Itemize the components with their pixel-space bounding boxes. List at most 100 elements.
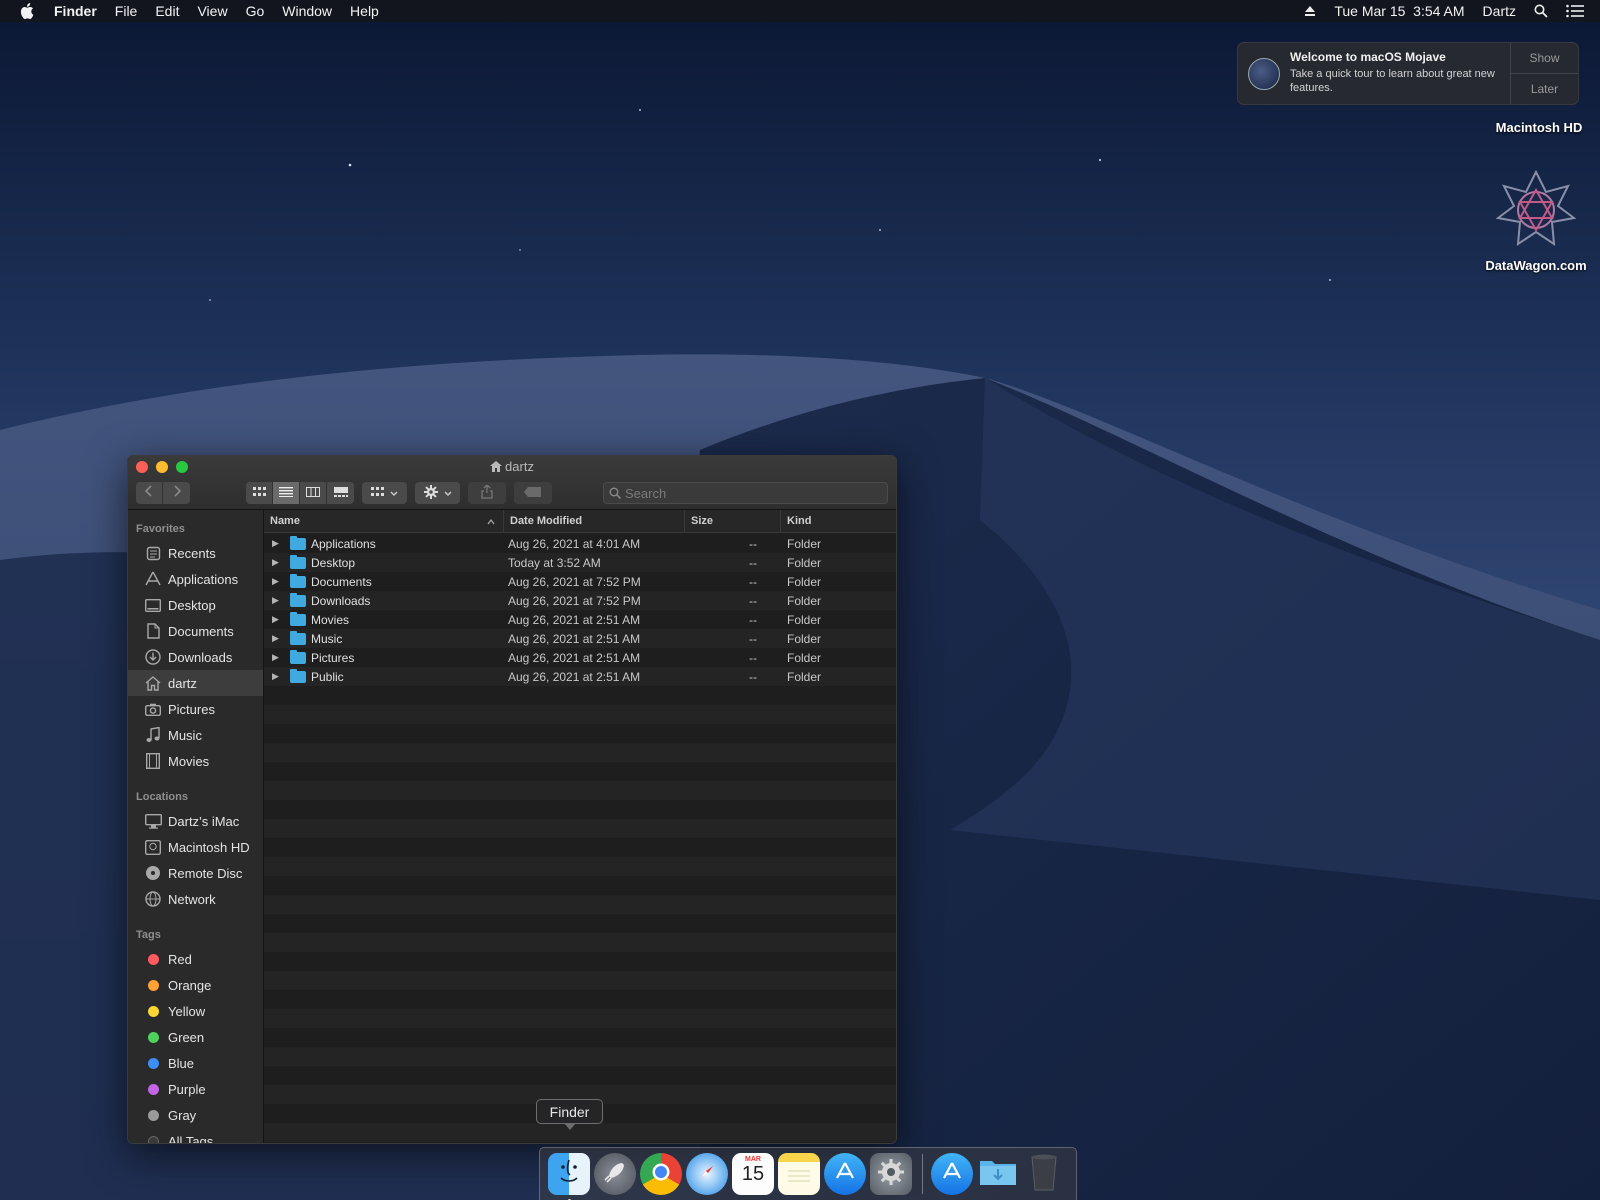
sidebar-item-label: Pictures [168,701,215,717]
menu-go[interactable]: Go [237,0,274,22]
list-view-button[interactable] [273,482,300,504]
settings-gear-icon [876,1157,906,1192]
notification-center-icon[interactable] [1566,4,1584,18]
desktop-datawagon[interactable]: DataWagon.com [1474,168,1598,273]
sidebar-item-recents[interactable]: Recents [128,540,263,566]
disclosure-triangle-icon[interactable]: ▶ [272,557,282,568]
column-header-name[interactable]: Name [264,510,504,532]
dock-calendar[interactable]: MAR 15 [732,1153,774,1195]
search-field[interactable] [603,482,888,504]
sidebar-item-downloads[interactable]: Downloads [128,644,263,670]
apple-menu-icon[interactable] [0,3,54,19]
search-icon [609,487,621,499]
column-headers: Name Date Modified Size Kind [264,510,896,533]
sidebar-all-tags[interactable]: All Tags... [128,1128,263,1143]
spotlight-search-icon[interactable] [1534,4,1548,18]
disclosure-triangle-icon[interactable]: ▶ [272,614,282,625]
finder-window: dartz Search Favorites Recents Applicati… [127,455,897,1144]
sidebar-item-imac[interactable]: Dartz’s iMac [128,808,263,834]
sidebar-item-network[interactable]: Network [128,886,263,912]
finder-titlebar[interactable]: dartz [128,456,896,510]
sidebar-tag-gray[interactable]: Gray [128,1102,263,1128]
menubar-user[interactable]: Dartz [1483,3,1516,19]
sidebar-item-remote-disc[interactable]: Remote Disc [128,860,263,886]
file-name: Public [311,669,344,684]
dock-applications-folder[interactable] [931,1153,973,1195]
sidebar-item-applications[interactable]: Applications [128,566,263,592]
dock-launchpad[interactable] [594,1153,636,1195]
gallery-view-button[interactable] [327,482,354,504]
sidebar-item-music[interactable]: Music [128,722,263,748]
sidebar-item-dartz[interactable]: dartz [128,670,263,696]
finder-face-icon [554,1157,584,1192]
dock-safari[interactable] [686,1153,728,1195]
disclosure-triangle-icon[interactable]: ▶ [272,538,282,549]
sidebar-item-documents[interactable]: Documents [128,618,263,644]
notification-show-button[interactable]: Show [1511,43,1578,74]
sidebar-item-macintosh-hd[interactable]: Macintosh HD [128,834,263,860]
menu-window[interactable]: Window [273,0,341,22]
menubar-clock[interactable]: Tue Mar 15 3:54 AM [1334,3,1464,19]
sidebar-tag-red[interactable]: Red [128,946,263,972]
table-row[interactable]: ▶ Documents Aug 26, 2021 at 7:52 PM -- Fo… [264,572,896,591]
dock-chrome[interactable] [640,1153,682,1195]
column-view-button[interactable] [300,482,327,504]
notification-later-button[interactable]: Later [1511,74,1578,104]
sidebar-item-pictures[interactable]: Pictures [128,696,263,722]
home-folder-icon [490,460,503,475]
table-row[interactable]: ▶ Movies Aug 26, 2021 at 2:51 AM -- Folde… [264,610,896,629]
dock-app-store[interactable] [824,1153,866,1195]
table-row[interactable]: ▶ Music Aug 26, 2021 at 2:51 AM -- Folder [264,629,896,648]
sidebar-tag-purple[interactable]: Purple [128,1076,263,1102]
disclosure-triangle-icon[interactable]: ▶ [272,671,282,682]
welcome-notification[interactable]: Welcome to macOS Mojave Take a quick tou… [1237,42,1579,105]
action-menu-button[interactable] [415,482,460,504]
column-header-date[interactable]: Date Modified [504,510,685,532]
view-mode-control [246,482,354,504]
columns-icon [306,484,320,502]
compass-icon [693,1158,721,1191]
sidebar-tag-yellow[interactable]: Yellow [128,998,263,1024]
sidebar-item-desktop[interactable]: Desktop [128,592,263,618]
download-icon [144,648,162,666]
sidebar-item-label: Network [168,891,216,907]
sidebar-tag-orange[interactable]: Orange [128,972,263,998]
share-button[interactable] [468,482,506,504]
sidebar-tag-blue[interactable]: Blue [128,1050,263,1076]
group-by-button[interactable] [362,482,407,504]
column-header-size[interactable]: Size [685,510,781,532]
forward-button[interactable] [163,482,190,504]
sidebar-item-movies[interactable]: Movies [128,748,263,774]
menu-view[interactable]: View [188,0,236,22]
tag-dot-purple-icon [144,1080,162,1098]
desktop-macintosh-hd[interactable]: Macintosh HD [1484,120,1594,135]
disclosure-triangle-icon[interactable]: ▶ [272,652,282,663]
back-button[interactable] [136,482,163,504]
menu-help[interactable]: Help [341,0,388,22]
dock-trash[interactable] [1023,1153,1065,1195]
gear-icon [423,484,438,502]
table-row[interactable]: ▶ Applications Aug 26, 2021 at 4:01 AM --… [264,534,896,553]
icon-view-button[interactable] [246,482,273,504]
dock-notes[interactable] [778,1153,820,1195]
column-header-kind[interactable]: Kind [781,510,896,532]
table-row[interactable]: ▶ Desktop Today at 3:52 AM -- Folder [264,553,896,572]
dock-finder[interactable] [548,1153,590,1200]
folder-icon [290,611,306,626]
menu-finder[interactable]: Finder [54,0,106,22]
eject-icon[interactable] [1304,5,1316,17]
table-row[interactable]: ▶ Downloads Aug 26, 2021 at 7:52 PM -- Fo… [264,591,896,610]
sidebar-tag-green[interactable]: Green [128,1024,263,1050]
menu-file[interactable]: File [106,0,147,22]
menu-edit[interactable]: Edit [146,0,188,22]
edit-tags-button[interactable] [514,482,552,504]
disclosure-triangle-icon[interactable]: ▶ [272,595,282,606]
table-row[interactable]: ▶ Pictures Aug 26, 2021 at 2:51 AM -- Fol… [264,648,896,667]
table-row[interactable]: ▶ Public Aug 26, 2021 at 2:51 AM -- Folde… [264,667,896,686]
sidebar-item-label: Gray [168,1107,197,1123]
disclosure-triangle-icon[interactable]: ▶ [272,576,282,587]
disclosure-triangle-icon[interactable]: ▶ [272,633,282,644]
search-input[interactable] [625,485,875,501]
dock-downloads-folder[interactable] [977,1153,1019,1195]
dock-system-preferences[interactable] [870,1153,912,1195]
